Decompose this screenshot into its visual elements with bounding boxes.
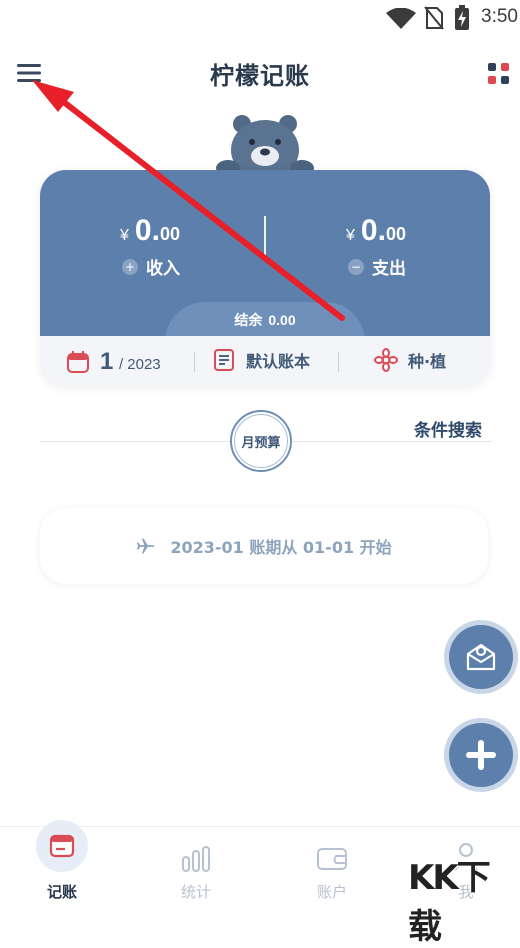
calendar-icon: [67, 351, 89, 373]
filter-search-link[interactable]: 条件搜索: [414, 416, 482, 441]
summary-card-top: ¥0.00 + 收入 ¥0.00 − 支出 结余 0.00: [40, 170, 490, 336]
bottom-divider: [194, 352, 195, 372]
no-sim-icon: [424, 6, 444, 30]
summary-card: ¥0.00 + 收入 ¥0.00 − 支出 结余 0.00 1 / 2023 默认…: [40, 170, 490, 386]
nav-tab-statistics[interactable]: 统计: [146, 827, 246, 901]
airplane-icon: [137, 538, 155, 554]
bookkeeping-card-icon: [36, 820, 88, 872]
nav-tab-account[interactable]: 账户: [282, 827, 382, 901]
account-book-selector[interactable]: 默认账本: [212, 348, 310, 372]
bottom-divider: [338, 352, 339, 372]
bear-mascot-image: [216, 115, 314, 178]
expense-label[interactable]: − 支出: [348, 254, 406, 279]
income-amount: ¥0.00: [120, 214, 180, 247]
page-title: 柠檬记账: [210, 62, 310, 90]
summary-card-bottom: 1 / 2023 默认账本 种·植: [40, 336, 490, 386]
site-watermark: KK下载: [408, 858, 491, 947]
budget-envelope-button[interactable]: [444, 620, 518, 694]
plant-button[interactable]: 种·植: [374, 348, 446, 372]
expense-amount: ¥0.00: [346, 214, 406, 247]
monthly-budget-button[interactable]: 月预算: [230, 410, 292, 472]
money-envelope-icon: [466, 643, 496, 671]
budget-line-right: [292, 441, 492, 442]
wifi-icon: [386, 8, 416, 29]
amount-divider: [264, 216, 266, 260]
status-time: 3:50: [481, 6, 518, 27]
nav-tab-bookkeeping[interactable]: 记账: [12, 820, 112, 901]
plus-icon: [466, 740, 496, 770]
status-bar: 3:50: [0, 0, 520, 34]
budget-line-left: [40, 441, 230, 442]
month-selector[interactable]: 1 / 2023: [66, 348, 161, 376]
plus-icon: +: [122, 258, 138, 275]
minus-icon: −: [348, 258, 364, 275]
add-record-button[interactable]: [444, 718, 518, 792]
flower-icon: [374, 348, 398, 372]
budget-row: 月预算 条件搜索: [0, 410, 520, 474]
battery-charging-icon: [455, 5, 469, 30]
income-label[interactable]: + 收入: [122, 254, 180, 279]
apps-button[interactable]: [486, 60, 514, 88]
billing-period-card: 2023-01 账期从 01-01 开始: [40, 508, 488, 584]
ledger-book-icon: [214, 349, 234, 371]
wallet-icon: [317, 848, 347, 870]
balance-text: 结余 0.00: [234, 312, 296, 328]
apps-grid-icon: [488, 63, 509, 84]
top-bar: 柠檬记账: [0, 52, 520, 96]
bar-chart-icon: [182, 846, 210, 872]
